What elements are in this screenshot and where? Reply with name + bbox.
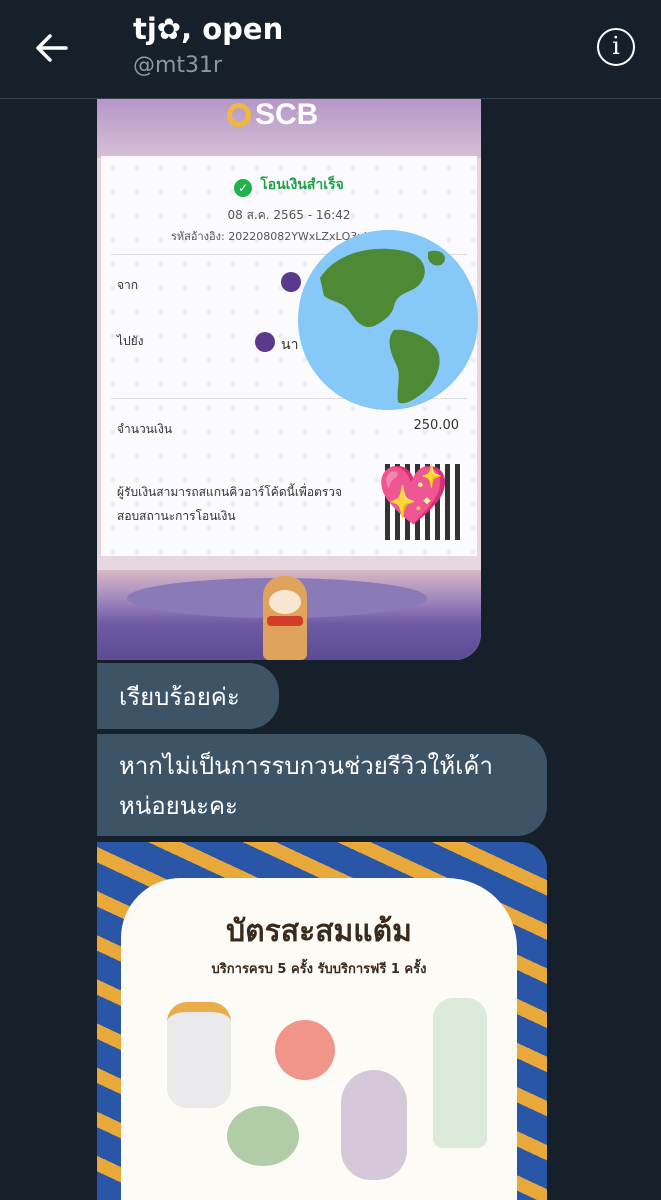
to-label: ไปยัง	[117, 334, 144, 348]
from-label: จาก	[117, 278, 139, 292]
loyalty-card-title: บัตรสะสมแต้ม	[226, 914, 412, 949]
check-circle-icon: ✓	[234, 179, 253, 197]
info-icon: i	[612, 32, 620, 60]
globe-emoji	[298, 230, 478, 410]
tomato-illustration	[275, 1020, 335, 1080]
user-handle[interactable]: @mt31r	[133, 53, 222, 78]
leek-illustration	[433, 998, 487, 1148]
message-bubble[interactable]: หากไม่เป็นการรบกวนช่วยรีวิวให้เค้าหน่อยน…	[97, 734, 547, 836]
conversation-title[interactable]: tj✿, open	[133, 12, 283, 46]
broccoli-illustration	[227, 1106, 299, 1166]
mushroom-illustration	[167, 1002, 231, 1108]
back-button[interactable]	[30, 28, 74, 68]
dog-scarf	[267, 616, 303, 626]
shiba-dog-illustration	[263, 576, 307, 660]
globe-icon	[298, 230, 478, 410]
transfer-date: 08 ส.ค. 2565 - 16:42	[227, 208, 351, 222]
sparkling-heart-emoji: 💖	[377, 461, 450, 529]
transfer-status: ✓ โอนเงินสำเร็จ	[101, 174, 477, 197]
recipient-name: นา	[281, 337, 299, 353]
scb-logo-icon	[227, 103, 251, 127]
loyalty-card-body: บัตรสะสมแต้ม บริการครบ 5 ครั้ง รับบริการ…	[121, 878, 517, 1200]
loyalty-card-image-message[interactable]: บัตรสะสมแต้ม บริการครบ 5 ครั้ง รับบริการ…	[97, 842, 547, 1200]
bank-icon	[255, 332, 275, 352]
message-bubble[interactable]: เรียบร้อยค่ะ	[97, 663, 279, 729]
loyalty-card-subtitle: บริการครบ 5 ครั้ง รับบริการฟรี 1 ครั้ง	[211, 962, 427, 977]
amount-label: จำนวนเงิน	[117, 422, 173, 436]
conversation-header: tj✿, open @mt31r i	[0, 0, 661, 99]
dog-face	[269, 590, 301, 614]
bank-icon	[281, 272, 301, 292]
bank-logo: SCB	[227, 98, 318, 132]
back-arrow-icon	[36, 34, 68, 62]
eggplant-illustration	[341, 1070, 407, 1180]
qr-note: ผู้รับเงินสามารถสแกนคิวอาร์โค้ดนี้เพื่อต…	[117, 485, 343, 523]
info-button[interactable]: i	[597, 28, 635, 66]
amount-value: 250.00	[413, 418, 460, 433]
